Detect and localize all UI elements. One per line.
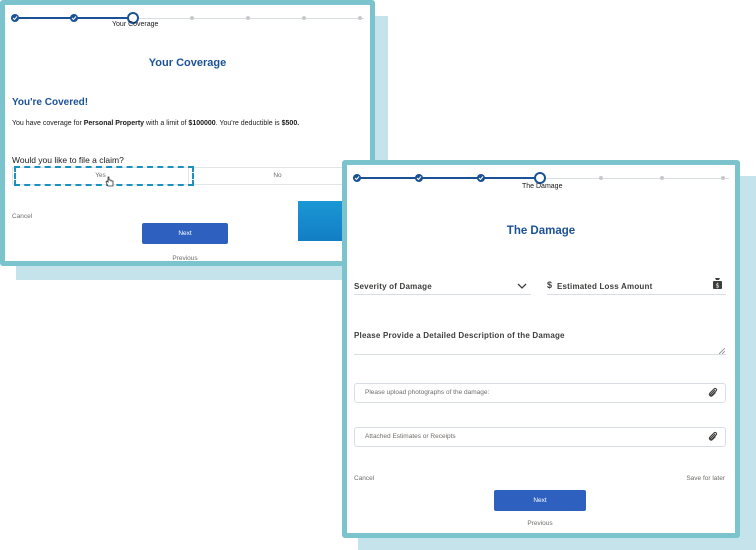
step-complete-check-icon[interactable] <box>477 174 485 182</box>
estimated-loss-input[interactable]: Estimated Loss Amount <box>557 282 652 291</box>
step-pending-icon[interactable] <box>358 16 362 20</box>
step-pending-icon[interactable] <box>190 16 194 20</box>
focus-highlight <box>14 166 194 186</box>
severity-select[interactable]: Severity of Damage <box>354 282 432 291</box>
damage-description-textarea[interactable]: Please Provide a Detailed Description of… <box>354 331 565 340</box>
step-pending-icon[interactable] <box>660 176 664 180</box>
photo-upload-label: Please upload photographs of the damage: <box>365 389 490 396</box>
current-step-label: Your Coverage <box>112 21 159 28</box>
damage-screen: The Damage The Damage Severity of Damage… <box>342 160 740 538</box>
next-button[interactable]: Next <box>142 223 228 244</box>
estimates-upload-label: Attached Estimates or Receipts <box>365 433 456 440</box>
paperclip-icon[interactable] <box>707 431 719 443</box>
svg-text:$: $ <box>716 283 720 290</box>
progress-indicator: Your Coverage <box>11 11 364 28</box>
previous-link[interactable]: Previous <box>494 520 586 527</box>
step-complete-check-icon[interactable] <box>415 174 423 182</box>
cancel-link[interactable]: Cancel <box>12 213 32 220</box>
covered-heading: You're Covered! <box>12 97 89 108</box>
currency-symbol: $ <box>547 280 553 290</box>
photo-upload-field[interactable]: Please upload photographs of the damage: <box>354 383 726 403</box>
step-complete-check-icon[interactable] <box>11 14 19 22</box>
cancel-link[interactable]: Cancel <box>354 475 374 482</box>
coverage-summary: You have coverage for Personal Property … <box>12 120 300 127</box>
progress-indicator: The Damage <box>353 171 729 190</box>
previous-link[interactable]: Previous <box>142 255 228 262</box>
current-step-label: The Damage <box>522 183 563 190</box>
next-button[interactable]: Next <box>494 490 586 511</box>
step-pending-icon[interactable] <box>721 176 725 180</box>
estimates-upload-field[interactable]: Attached Estimates or Receipts <box>354 427 726 447</box>
chevron-down-icon[interactable] <box>517 283 527 290</box>
step-complete-check-icon[interactable] <box>70 14 78 22</box>
hand-cursor-icon <box>105 176 114 187</box>
page-title: Your Coverage <box>148 57 227 69</box>
page-title: The Damage <box>506 225 576 237</box>
claim-question: Would you like to file a claim? <box>12 155 124 165</box>
claim-no-option[interactable]: No <box>188 168 366 184</box>
step-pending-icon[interactable] <box>246 16 250 20</box>
paperclip-icon[interactable] <box>707 387 719 399</box>
save-for-later-link[interactable]: Save for later <box>686 475 725 482</box>
step-complete-check-icon[interactable] <box>353 174 361 182</box>
money-bag-icon: $ <box>713 278 722 290</box>
step-pending-icon[interactable] <box>599 176 603 180</box>
step-pending-icon[interactable] <box>302 16 306 20</box>
